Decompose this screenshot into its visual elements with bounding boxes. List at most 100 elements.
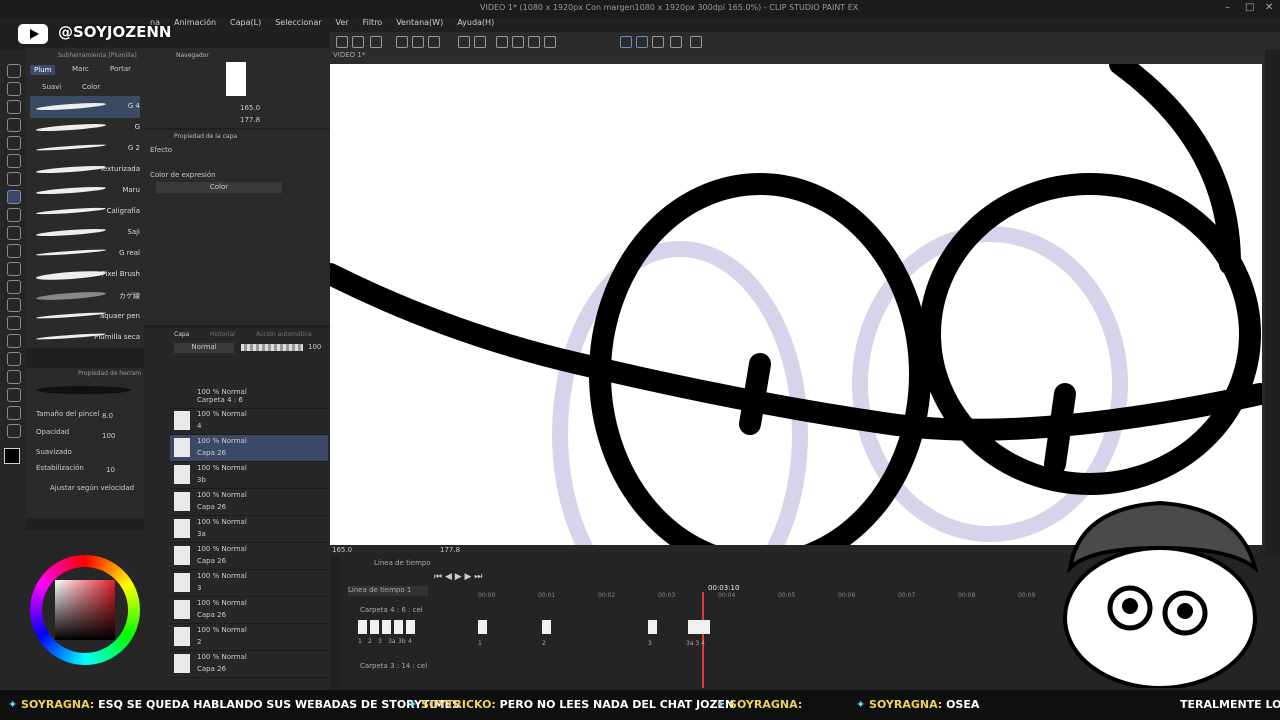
status-zoom[interactable]: 165.0 xyxy=(332,546,352,554)
brush-item[interactable]: Pixel Brush xyxy=(30,264,140,286)
stabilization-value[interactable]: 10 xyxy=(106,466,115,474)
book-icon[interactable] xyxy=(670,36,682,48)
maximize-icon[interactable]: □ xyxy=(1245,2,1254,13)
cel-thumb[interactable] xyxy=(382,620,391,634)
drawing-canvas[interactable] xyxy=(330,64,1262,545)
expression-color-select[interactable]: Color xyxy=(156,182,282,193)
menu-item[interactable]: Filtro xyxy=(363,18,383,32)
pen-icon[interactable] xyxy=(652,36,664,48)
keyframe-cel[interactable] xyxy=(648,620,657,634)
menu-item[interactable]: Ventana(W) xyxy=(396,18,443,32)
timeline-select[interactable]: Línea de tiempo 1 xyxy=(348,586,428,596)
layer-tab[interactable]: Capa xyxy=(174,331,189,338)
ruler-icon[interactable] xyxy=(7,370,21,384)
layer-folder-row[interactable]: 100 % Normal Carpeta 4 : 6 xyxy=(170,386,328,409)
settings-icon[interactable] xyxy=(496,36,508,48)
wand-icon[interactable] xyxy=(7,154,21,168)
selection-icon[interactable] xyxy=(7,136,21,150)
brush-item[interactable]: G real xyxy=(30,243,140,265)
brush-item[interactable]: Plumilla seca xyxy=(30,327,140,349)
layer-row[interactable]: 100 % Normal Capa 26 xyxy=(170,435,328,462)
export-icon[interactable] xyxy=(412,36,424,48)
redo-icon[interactable] xyxy=(474,36,486,48)
cel-thumb[interactable] xyxy=(394,620,403,634)
balloon-icon[interactable] xyxy=(7,406,21,420)
print-icon[interactable] xyxy=(428,36,440,48)
airbrush-icon[interactable] xyxy=(7,244,21,258)
layer-row[interactable]: 100 % Normal 3a xyxy=(170,516,328,543)
blend-icon[interactable] xyxy=(7,280,21,294)
gradient-icon[interactable] xyxy=(7,316,21,330)
select-icon[interactable] xyxy=(528,36,540,48)
save-icon[interactable] xyxy=(396,36,408,48)
layer-row[interactable]: 100 % Normal Capa 26 xyxy=(170,651,328,678)
eyedropper-icon[interactable] xyxy=(7,172,21,186)
clear-icon[interactable] xyxy=(544,36,556,48)
layer-row[interactable]: 100 % Normal 3 xyxy=(170,570,328,597)
zoom-icon[interactable] xyxy=(7,64,21,78)
close-icon[interactable]: ✕ xyxy=(1265,2,1273,13)
auto-action-tab[interactable]: Acción automática xyxy=(256,331,312,338)
pen-tool-icon[interactable] xyxy=(7,190,21,204)
brush-item[interactable]: Caligrafía xyxy=(30,201,140,223)
frame-icon[interactable] xyxy=(7,352,21,366)
menu-item[interactable]: Capa(L) xyxy=(230,18,261,32)
menu-item[interactable]: Seleccionar xyxy=(275,18,321,32)
brush-item[interactable]: Saji xyxy=(30,222,140,244)
status-angle[interactable]: 177.8 xyxy=(440,546,460,554)
undo-icon[interactable] xyxy=(458,36,470,48)
keyframe-cel[interactable] xyxy=(478,620,487,634)
blend-mode-select[interactable]: Normal xyxy=(174,343,234,353)
layer-row[interactable]: 100 % Normal 2 xyxy=(170,624,328,651)
main-color-swatch[interactable] xyxy=(4,448,20,464)
lasso-icon[interactable] xyxy=(7,100,21,114)
subtool-tab[interactable]: Marc xyxy=(72,65,89,73)
keyframe-cel[interactable] xyxy=(688,620,710,634)
layer-row[interactable]: 100 % Normal Capa 26 xyxy=(170,489,328,516)
brush-item[interactable]: Texturizada xyxy=(30,159,140,181)
layer-row[interactable]: 100 % Normal 3b xyxy=(170,462,328,489)
track-label[interactable]: Carpeta 4 : 6 : cel xyxy=(360,606,423,614)
timeline-tab[interactable]: Línea de tiempo xyxy=(374,559,431,567)
subtool-subtab[interactable]: Color xyxy=(82,83,100,91)
refresh-icon[interactable] xyxy=(690,36,702,48)
cel-thumb[interactable] xyxy=(370,620,379,634)
navigator-angle[interactable]: 177.8 xyxy=(240,116,260,124)
fill-icon[interactable] xyxy=(512,36,524,48)
saturation-value-square[interactable] xyxy=(55,580,115,640)
menu-item[interactable]: Ver xyxy=(336,18,349,32)
menu-icon[interactable] xyxy=(336,36,348,48)
brush-size-value[interactable]: 8.0 xyxy=(102,412,113,420)
brush-icon[interactable] xyxy=(7,226,21,240)
layer-row[interactable]: 100 % Normal Capa 26 xyxy=(170,597,328,624)
subtool-tab[interactable]: Plum xyxy=(30,65,56,75)
menu-item[interactable]: Ayuda(H) xyxy=(457,18,494,32)
speed-adjust-checkbox[interactable]: Ajustar según velocidad xyxy=(50,484,134,492)
minimize-icon[interactable]: – xyxy=(1225,2,1230,13)
play-controls[interactable]: ⏮ ◀ ▶ ▶ ⏭ xyxy=(434,572,482,582)
cel-thumb[interactable] xyxy=(358,620,367,634)
layer-row[interactable]: 100 % Normal Capa 26 xyxy=(170,543,328,570)
fill-tool-icon[interactable] xyxy=(7,298,21,312)
keyframe-cel[interactable] xyxy=(542,620,551,634)
opacity-value[interactable]: 100 xyxy=(102,432,115,440)
open-icon[interactable] xyxy=(370,36,382,48)
layerprop-tab[interactable]: Propiedad de la capa xyxy=(174,133,237,140)
navigator-preview[interactable] xyxy=(226,62,246,96)
brush-item[interactable]: G 2 xyxy=(30,138,140,160)
canvas-tab[interactable]: VIDEO 1* xyxy=(333,51,365,59)
brush-item[interactable]: Maru xyxy=(30,180,140,202)
subtool-tab[interactable]: Portar xyxy=(110,65,131,73)
navigator-tab[interactable]: Navegador xyxy=(176,52,209,59)
navigator-zoom[interactable]: 165.0 xyxy=(240,104,260,112)
snap-special-icon[interactable] xyxy=(636,36,648,48)
new-icon[interactable] xyxy=(352,36,364,48)
opacity-slider[interactable] xyxy=(241,344,303,351)
brush-item[interactable]: G 4 xyxy=(30,96,140,118)
text-icon[interactable] xyxy=(7,388,21,402)
brush-item[interactable]: G xyxy=(30,117,140,139)
pencil-icon[interactable] xyxy=(7,208,21,222)
subtool-subtab[interactable]: Suavi xyxy=(42,83,61,91)
eraser-icon[interactable] xyxy=(7,262,21,276)
brush-item[interactable]: aquaer pen xyxy=(30,306,140,328)
